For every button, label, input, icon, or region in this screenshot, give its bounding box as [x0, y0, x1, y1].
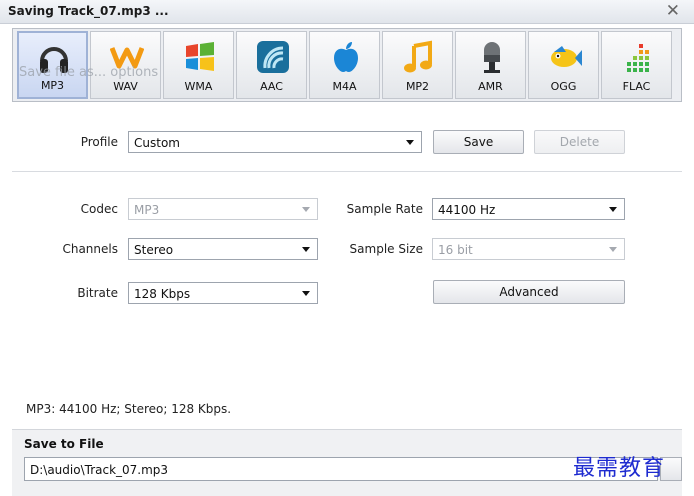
sample-size-value: 16 bit [438, 243, 473, 257]
settings-panel: Profile Custom Save Delete Codec MP3 Cha… [12, 112, 682, 429]
chevron-down-icon [406, 140, 414, 145]
format-button-aac[interactable]: AAC [236, 31, 307, 99]
profile-value: Custom [134, 136, 180, 150]
format-label: OGG [550, 80, 577, 93]
file-path-value: D:\audio\Track_07.mp3 [30, 463, 169, 477]
format-label: FLAC [622, 80, 651, 93]
delete-profile-button[interactable]: Delete [534, 130, 625, 154]
format-button-flac[interactable]: FLAC [601, 31, 672, 99]
apple-logo-icon [334, 42, 358, 72]
bitrate-select[interactable]: 128 Kbps [128, 282, 318, 304]
profile-select[interactable]: Custom [128, 131, 422, 153]
channels-label: Channels [62, 242, 118, 256]
channels-select[interactable]: Stereo [128, 238, 318, 260]
chevron-down-icon [302, 207, 310, 212]
watermark-text: 最需教育 [573, 456, 666, 481]
save-to-file-label: Save to File [24, 437, 104, 451]
format-button-m4a[interactable]: M4A [309, 31, 380, 99]
advanced-button[interactable]: Advanced [433, 280, 625, 304]
chevron-down-icon [609, 207, 617, 212]
bitrate-label: Bitrate [77, 286, 118, 300]
music-note-icon [404, 40, 432, 73]
file-path-input[interactable]: D:\audio\Track_07.mp3 [24, 457, 658, 481]
format-button-amr[interactable]: AMR [455, 31, 526, 99]
format-label: AMR [478, 80, 503, 93]
format-toolbar: MP3 WAV WMA AAC M4A MP2 AMR OGG FLAC Sav… [12, 28, 682, 102]
title-bar: Saving Track_07.mp3 ... ✕ [0, 0, 694, 24]
profile-label: Profile [80, 135, 118, 149]
aac-swirl-icon [257, 41, 289, 73]
chevron-down-icon [302, 247, 310, 252]
format-label: MP3 [40, 79, 65, 92]
channels-value: Stereo [134, 243, 174, 257]
format-button-wma[interactable]: WMA [163, 31, 234, 99]
fish-icon [551, 46, 582, 67]
sample-size-label: Sample Size [349, 242, 423, 256]
format-button-mp2[interactable]: MP2 [382, 31, 453, 99]
close-icon[interactable]: ✕ [666, 1, 680, 21]
sample-size-select[interactable]: 16 bit [432, 238, 625, 260]
save-profile-button[interactable]: Save [433, 130, 524, 154]
bitrate-value: 128 Kbps [134, 287, 191, 301]
codec-value: MP3 [134, 203, 160, 217]
codec-select[interactable]: MP3 [128, 198, 318, 220]
format-label: M4A [332, 80, 357, 93]
format-label: WAV [113, 80, 138, 93]
chevron-down-icon [609, 247, 617, 252]
codec-label: Codec [80, 202, 118, 216]
window-title: Saving Track_07.mp3 ... [8, 4, 169, 18]
format-label: WMA [184, 80, 213, 93]
divider [12, 171, 682, 172]
format-label: AAC [260, 80, 283, 93]
equalizer-icon [627, 44, 649, 72]
ghost-overlay-text: Save file as... options [19, 65, 159, 80]
format-label: MP2 [405, 80, 430, 93]
sample-rate-value: 44100 Hz [438, 203, 496, 217]
chevron-down-icon [302, 291, 310, 296]
windows-logo-icon [186, 42, 214, 71]
sample-rate-label: Sample Rate [346, 202, 423, 216]
encoding-summary: MP3: 44100 Hz; Stereo; 128 Kbps. [26, 402, 232, 416]
sample-rate-select[interactable]: 44100 Hz [432, 198, 625, 220]
microphone-icon [484, 42, 500, 73]
format-button-ogg[interactable]: OGG [528, 31, 599, 99]
